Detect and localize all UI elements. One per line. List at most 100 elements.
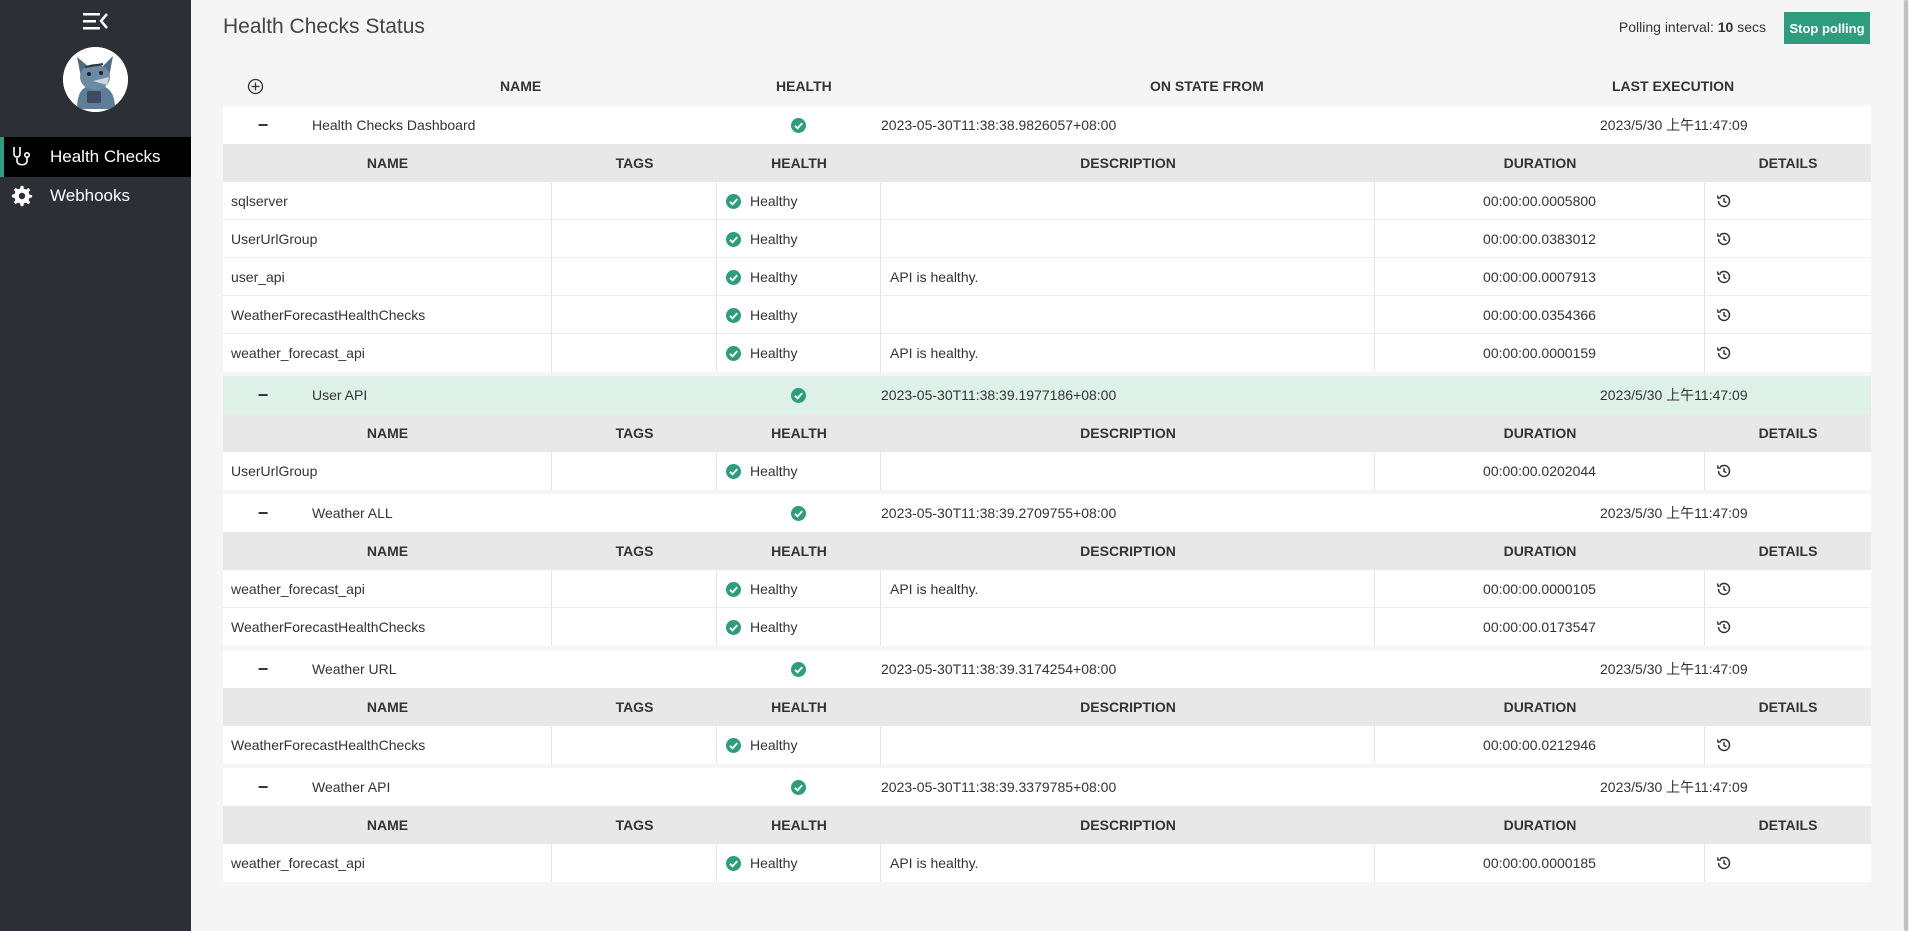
entries-header: NAME TAGS HEALTH DESCRIPTION DURATION DETAILS [223,414,1871,452]
entry-health-label: Healthy [750,269,798,285]
entry-health: Healthy [717,608,881,646]
group-name: Health Checks Dashboard [312,117,476,133]
history-icon[interactable] [1705,334,1871,372]
polling-interval: Polling interval: 10 secs [1618,19,1766,35]
entry-duration: 00:00:00.0007913 [1375,258,1705,296]
collapse-icon[interactable]: − [255,650,271,688]
collapse-icon[interactable]: − [255,106,271,144]
entry-name: UserUrlGroup [223,452,552,490]
history-icon[interactable] [1705,844,1871,882]
entry-tags [552,608,717,646]
gear-icon [9,183,35,209]
entries-header-health: HEALTH [771,699,827,715]
group-on-state-from: 2023-05-30T11:38:38.9826057+08:00 [881,117,1117,133]
healthy-icon [726,463,741,479]
history-icon[interactable] [1705,452,1871,490]
column-header-last-execution[interactable]: LAST EXECUTION [1612,66,1734,106]
history-icon[interactable] [1705,570,1871,608]
entry-description [881,726,1375,764]
sidebar-item-health-checks[interactable]: Health Checks [0,137,191,177]
table-row: weather_forecast_api Healthy API is health… [223,334,1871,372]
sidebar-item-webhooks[interactable]: Webhooks [0,176,191,216]
group-row[interactable]: − Weather URL 2023-05-30T11:38:39.3174254+… [223,650,1871,688]
healthy-icon [726,193,741,209]
group-row[interactable]: − Weather ALL 2023-05-30T11:38:39.2709755+… [223,494,1871,532]
entries-header-health: HEALTH [771,543,827,559]
healthy-icon [726,737,741,753]
entry-health-label: Healthy [750,231,798,247]
scrollbar-thumb[interactable] [1904,0,1908,931]
entry-description [881,296,1375,334]
entries-header-duration: DURATION [1503,155,1577,171]
entries-header-tags: TAGS [615,817,654,833]
collapse-icon[interactable]: − [255,768,271,806]
group-on-state-from: 2023-05-30T11:38:39.1977186+08:00 [881,387,1117,403]
entries-header-tags: TAGS [615,543,654,559]
entries-header-name: NAME [366,155,409,171]
group-name: User API [312,387,368,403]
entries-header: NAME TAGS HEALTH DESCRIPTION DURATION DETAILS [223,532,1871,570]
group-row[interactable]: − User API 2023-05-30T11:38:39.1977186+08:… [223,376,1871,414]
page-title: Health Checks Status [223,15,425,38]
history-icon[interactable] [1705,258,1871,296]
history-icon[interactable] [1705,220,1871,258]
entry-duration: 00:00:00.0000185 [1375,844,1705,882]
entries-table: NAME TAGS HEALTH DESCRIPTION DURATION DETAILS… [223,532,1871,646]
entries-header-duration: DURATION [1503,425,1577,441]
group-row[interactable]: − Weather API 2023-05-30T11:38:39.3379785+… [223,768,1871,806]
scrollbar[interactable] [1903,0,1909,931]
group-row[interactable]: − Health Checks Dashboard 2023-05-30T11:38… [223,106,1871,144]
entries-header-duration: DURATION [1503,543,1577,559]
healthy-icon [726,855,741,871]
health-checks-table: NAME HEALTH ON STATE FROM LAST EXECUTION… [223,66,1871,886]
entry-description: API is healthy. [881,570,1375,608]
column-header-health[interactable]: HEALTH [776,66,832,106]
entry-health: Healthy [717,296,881,334]
group-on-state-from: 2023-05-30T11:38:39.3174254+08:00 [881,661,1117,677]
column-header-name[interactable]: NAME [500,66,541,106]
entry-health-label: Healthy [750,307,798,323]
entry-tags [552,258,717,296]
entry-health: Healthy [717,258,881,296]
entry-health-label: Healthy [750,463,798,479]
group-on-state-from: 2023-05-30T11:38:39.2709755+08:00 [881,505,1117,521]
history-icon[interactable] [1705,296,1871,334]
entry-health: Healthy [717,182,881,220]
entry-tags [552,452,717,490]
table-header: NAME HEALTH ON STATE FROM LAST EXECUTION [223,66,1871,106]
history-icon[interactable] [1705,726,1871,764]
group-last-execution: 2023/5/30 上午11:47:09 [1600,505,1748,521]
collapse-icon[interactable]: − [255,376,271,414]
entry-health-label: Healthy [750,193,798,209]
group-last-execution: 2023/5/30 上午11:47:09 [1600,661,1748,677]
healthy-icon [726,581,741,597]
entry-description [881,452,1375,490]
entries-header-details: DETAILS [1758,543,1818,559]
group-last-execution: 2023/5/30 上午11:47:09 [1600,387,1748,403]
table-row: weather_forecast_api Healthy API is health… [223,844,1871,882]
entries-header-duration: DURATION [1503,699,1577,715]
entries-header-tags: TAGS [615,425,654,441]
sidebar: Health Checks Webhooks [0,0,191,931]
table-row: sqlserver Healthy 00:00:00.0005800 [223,182,1871,220]
healthy-icon [791,106,806,144]
table-row: weather_forecast_api Healthy API is health… [223,570,1871,608]
entry-tags [552,334,717,372]
entries-header-details: DETAILS [1758,699,1818,715]
column-header-on-state-from[interactable]: ON STATE FROM [1150,66,1264,106]
group-name: Weather ALL [312,505,393,521]
table-row: WeatherForecastHealthChecks Healthy 00:00:… [223,296,1871,334]
history-icon[interactable] [1705,608,1871,646]
stop-polling-button[interactable]: Stop polling [1784,12,1870,44]
menu-collapse-icon[interactable] [82,10,108,32]
healthy-icon [726,307,741,323]
table-row: user_api Healthy API is healthy. 00:00:00.0… [223,258,1871,296]
entries-header: NAME TAGS HEALTH DESCRIPTION DURATION DETAILS [223,144,1871,182]
expand-all-icon[interactable] [247,66,264,106]
entry-name: weather_forecast_api [223,844,552,882]
entries-header-name: NAME [366,543,409,559]
entry-tags [552,726,717,764]
healthy-icon [791,494,806,532]
history-icon[interactable] [1705,182,1871,220]
collapse-icon[interactable]: − [255,494,271,532]
